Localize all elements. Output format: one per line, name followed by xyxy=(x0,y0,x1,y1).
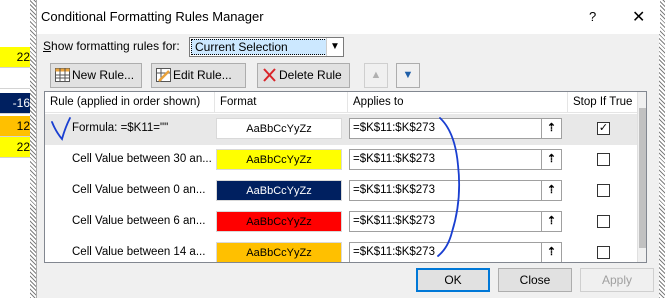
chevron-down-icon[interactable]: ▼ xyxy=(326,38,343,56)
help-button[interactable]: ? xyxy=(589,9,596,24)
scrollbar-thumb[interactable] xyxy=(639,108,646,248)
format-preview: AaBbCcYyZz xyxy=(216,211,342,232)
rules-table: Rule (applied in order shown) Format App… xyxy=(44,91,647,263)
column-header-rule[interactable]: Rule (applied in order shown) xyxy=(45,92,215,113)
rule-description: Cell Value between 14 a... xyxy=(72,246,206,258)
applies-to-field[interactable]: =$K$11:$K$273 ⇡ xyxy=(349,149,562,170)
format-preview: AaBbCcYyZz xyxy=(216,180,342,201)
apply-button[interactable]: Apply xyxy=(580,268,654,292)
dialog-title: Conditional Formatting Rules Manager xyxy=(41,9,264,24)
table-icon xyxy=(55,68,70,82)
vertical-scrollbar[interactable] xyxy=(637,92,646,262)
applies-to-field[interactable]: =$K$11:$K$273 ⇡ xyxy=(349,211,562,232)
new-rule-label: New Rule... xyxy=(72,68,135,82)
excel-cell[interactable]: -16 xyxy=(0,93,34,114)
show-rules-label: Show formatting rules for: xyxy=(43,39,180,53)
table-header: Rule (applied in order shown) Format App… xyxy=(45,92,637,113)
stop-if-true-checkbox[interactable] xyxy=(597,246,610,259)
rule-description: Cell Value between 0 an... xyxy=(72,184,206,196)
delete-x-icon xyxy=(263,68,276,82)
chevron-up-icon: ▲ xyxy=(370,69,382,81)
close-button[interactable]: Close xyxy=(498,268,572,292)
title-bar[interactable]: Conditional Formatting Rules Manager ? ✕ xyxy=(37,0,660,34)
range-collapse-icon[interactable]: ⇡ xyxy=(541,119,561,138)
rule-description: Formula: =$K11="" xyxy=(72,122,169,134)
rules-manager-dialog: Conditional Formatting Rules Manager ? ✕… xyxy=(36,0,660,298)
range-collapse-icon[interactable]: ⇡ xyxy=(541,243,561,262)
move-down-button[interactable]: ▼ xyxy=(396,63,420,88)
applies-to-field[interactable]: =$K$11:$K$273 ⇡ xyxy=(349,180,562,201)
stop-if-true-checkbox[interactable] xyxy=(597,215,610,228)
chevron-down-icon: ▼ xyxy=(402,69,414,81)
window-border-hatch xyxy=(659,0,665,298)
show-rules-value: Current Selection xyxy=(191,39,327,55)
format-preview: AaBbCcYyZz xyxy=(216,242,342,262)
applies-to-field[interactable]: =$K$11:$K$273 ⇡ xyxy=(349,118,562,139)
close-icon[interactable]: ✕ xyxy=(632,7,645,27)
edit-rule-label: Edit Rule... xyxy=(173,68,232,82)
edit-table-icon xyxy=(156,68,171,82)
range-collapse-icon[interactable]: ⇡ xyxy=(541,150,561,169)
range-collapse-icon[interactable]: ⇡ xyxy=(541,181,561,200)
rule-description: Cell Value between 6 an... xyxy=(72,215,206,227)
table-row[interactable]: Cell Value between 0 an... AaBbCcYyZz =$… xyxy=(45,176,637,207)
excel-cell[interactable] xyxy=(0,68,34,89)
table-row[interactable]: Cell Value between 30 an... AaBbCcYyZz =… xyxy=(45,145,637,176)
table-row[interactable]: Cell Value between 14 a... AaBbCcYyZz =$… xyxy=(45,238,637,262)
stop-if-true-checkbox[interactable] xyxy=(597,184,610,197)
column-header-applies[interactable]: Applies to xyxy=(348,92,568,113)
edit-rule-button[interactable]: Edit Rule... xyxy=(151,63,246,88)
range-collapse-icon[interactable]: ⇡ xyxy=(541,212,561,231)
applies-to-field[interactable]: =$K$11:$K$273 ⇡ xyxy=(349,242,562,262)
stop-if-true-checkbox[interactable]: ✓ xyxy=(597,122,610,135)
move-up-button[interactable]: ▲ xyxy=(364,63,388,88)
new-rule-button[interactable]: New Rule... xyxy=(50,63,142,88)
delete-rule-label: Delete Rule xyxy=(279,68,342,82)
table-row[interactable]: Cell Value between 6 an... AaBbCcYyZz =$… xyxy=(45,207,637,238)
excel-cell[interactable]: 22 xyxy=(0,137,34,158)
excel-cell[interactable]: 22 xyxy=(0,47,34,68)
column-header-stop[interactable]: Stop If True xyxy=(568,92,637,113)
format-preview: AaBbCcYyZz xyxy=(216,118,342,139)
column-header-format[interactable]: Format xyxy=(215,92,348,113)
show-rules-dropdown[interactable]: Current Selection ▼ xyxy=(189,37,344,57)
rule-description: Cell Value between 30 an... xyxy=(72,153,212,165)
stop-if-true-checkbox[interactable] xyxy=(597,153,610,166)
table-row[interactable]: Formula: =$K11="" AaBbCcYyZz =$K$11:$K$2… xyxy=(45,114,637,145)
delete-rule-button[interactable]: Delete Rule xyxy=(257,63,350,88)
ok-button[interactable]: OK xyxy=(416,268,490,292)
format-preview: AaBbCcYyZz xyxy=(216,149,342,170)
excel-cell[interactable]: 12 xyxy=(0,116,34,137)
